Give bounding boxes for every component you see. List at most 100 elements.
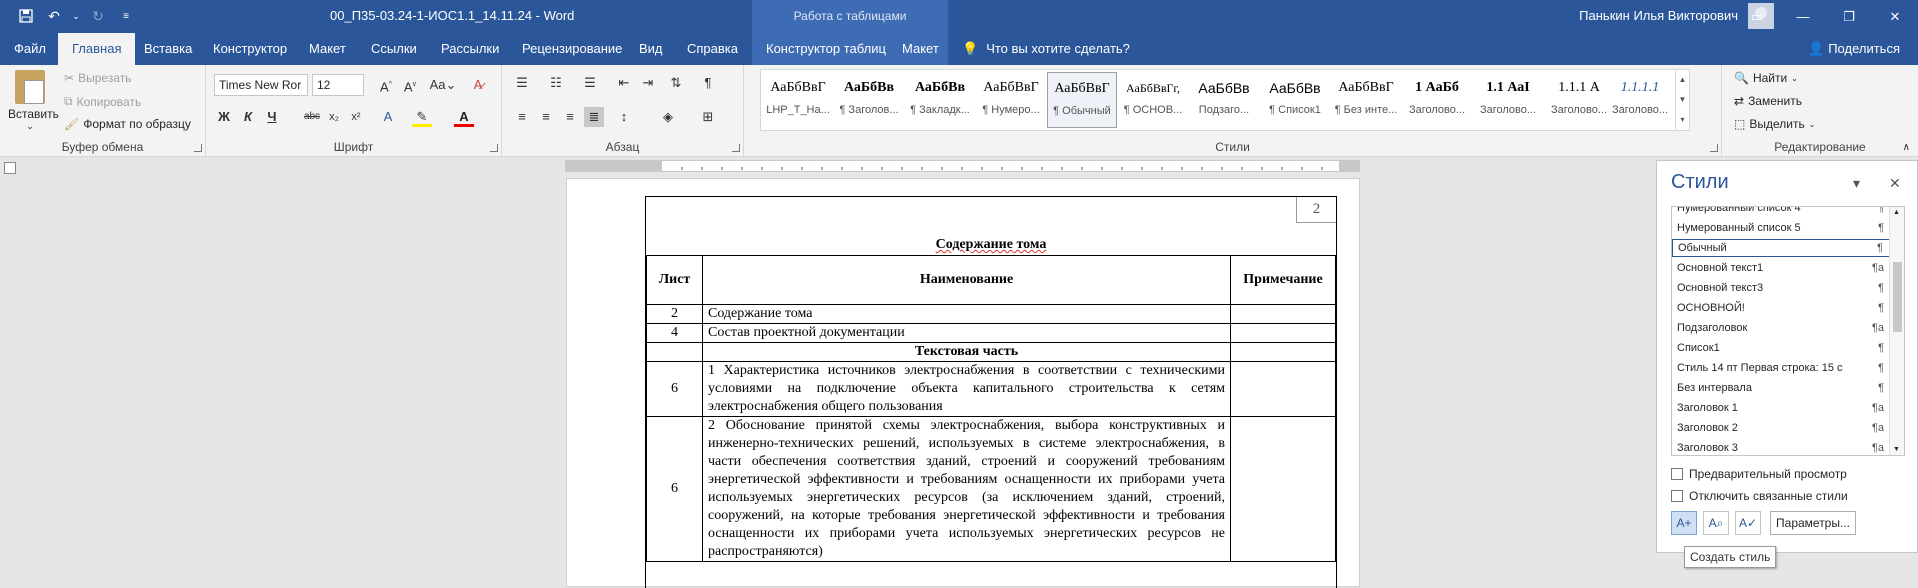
- options-button[interactable]: Параметры...: [1770, 511, 1856, 535]
- clear-formatting-icon[interactable]: A̷: [468, 75, 488, 95]
- style-gallery-item[interactable]: 1.1 АаI Заголово...: [1473, 72, 1543, 128]
- manage-styles-icon[interactable]: A✓: [1735, 511, 1761, 535]
- style-list-item-selected[interactable]: Обычный ¶: [1672, 239, 1890, 257]
- user-name[interactable]: Панькин Илья Викторович: [1579, 8, 1738, 23]
- close-icon[interactable]: ✕: [1872, 0, 1918, 33]
- style-list-item[interactable]: Без интервала ¶: [1672, 379, 1890, 397]
- shading-icon[interactable]: ◈: [658, 107, 678, 127]
- tab-references[interactable]: Ссылки: [357, 33, 431, 65]
- collapse-ribbon-icon[interactable]: ∧: [1903, 142, 1910, 153]
- cell-sheet[interactable]: 6: [646, 361, 703, 417]
- style-gallery-item[interactable]: АаБбВвГ ¶ Нумеро...: [976, 72, 1046, 128]
- cell-note[interactable]: [1230, 342, 1336, 362]
- restore-icon[interactable]: ❐: [1826, 0, 1872, 33]
- pane-close-icon[interactable]: ✕: [1889, 175, 1901, 192]
- bullets-icon[interactable]: ☰: [512, 73, 532, 93]
- undo-icon[interactable]: ↶: [44, 6, 64, 26]
- cell-name[interactable]: Состав проектной документации: [702, 323, 1231, 343]
- tab-table-design[interactable]: Конструктор таблиц: [752, 33, 900, 65]
- style-list-item[interactable]: Основной текст1 ¶a: [1672, 259, 1890, 277]
- tab-file[interactable]: Файл: [0, 33, 60, 65]
- style-gallery-item[interactable]: АаБбВв ¶ Закладк...: [905, 72, 975, 128]
- align-left-icon[interactable]: ≡: [512, 107, 532, 127]
- chevron-down-icon[interactable]: ▼: [1676, 90, 1689, 110]
- align-center-icon[interactable]: ≡: [536, 107, 556, 127]
- style-list-item[interactable]: Заголовок 1 ¶a: [1672, 399, 1890, 417]
- show-marks-icon[interactable]: ¶: [698, 73, 718, 93]
- column-header-name[interactable]: Наименование: [702, 255, 1231, 305]
- style-gallery-item[interactable]: 1.1.1.1 Заголово...: [1607, 72, 1673, 128]
- style-gallery-item[interactable]: АаБбВвГ ¶ Без инте...: [1331, 72, 1401, 128]
- strikethrough-icon[interactable]: abc: [302, 107, 322, 127]
- redo-icon[interactable]: ↻: [88, 6, 108, 26]
- tab-layout[interactable]: Макет: [295, 33, 360, 65]
- style-gallery-item[interactable]: АаБбВвГг, ¶ ОСНОВ...: [1118, 72, 1188, 128]
- decrease-indent-icon[interactable]: ⇤: [614, 73, 634, 93]
- cell-name[interactable]: Содержание тома: [702, 304, 1231, 324]
- cell-name[interactable]: Текстовая часть: [702, 342, 1231, 362]
- clipboard-launcher-icon[interactable]: [194, 144, 202, 152]
- style-gallery-item[interactable]: 1.1.1 А Заголово...: [1544, 72, 1614, 128]
- style-list-item[interactable]: Заголовок 2 ¶a: [1672, 419, 1890, 437]
- pane-options-icon[interactable]: ▾: [1853, 175, 1860, 192]
- ribbon-display-options-icon[interactable]: ▭: [1734, 0, 1780, 33]
- cut-button[interactable]: ✂ Вырезать: [64, 71, 131, 85]
- cell-sheet[interactable]: 6: [646, 416, 703, 562]
- copy-button[interactable]: ⧉ Копировать: [64, 94, 141, 109]
- scroll-thumb[interactable]: [1893, 262, 1902, 332]
- document-heading[interactable]: Содержание тома: [646, 237, 1336, 253]
- tab-review[interactable]: Рецензирование: [508, 33, 636, 65]
- style-list-item[interactable]: Нумерованный список 5 ¶: [1672, 219, 1890, 237]
- cell-note[interactable]: [1230, 416, 1336, 562]
- styles-list-scrollbar[interactable]: ▲ ▼: [1889, 207, 1904, 455]
- tab-insert[interactable]: Вставка: [130, 33, 206, 65]
- format-painter-button[interactable]: 🖌 Формат по образцу: [64, 117, 191, 131]
- tab-help[interactable]: Справка: [673, 33, 752, 65]
- tab-home[interactable]: Главная: [58, 33, 136, 65]
- style-list-item[interactable]: Нумерованный список 4 ¶: [1672, 207, 1890, 217]
- share-button[interactable]: 👤 Поделиться: [1808, 33, 1900, 65]
- scroll-down-icon[interactable]: ▼: [1893, 446, 1900, 453]
- change-case-icon[interactable]: Aa⌄: [428, 75, 458, 95]
- tab-design[interactable]: Конструктор: [199, 33, 301, 65]
- checkbox-icon[interactable]: [1671, 468, 1683, 480]
- cell-sheet[interactable]: 2: [646, 304, 703, 324]
- style-list-item[interactable]: Подзаголовок ¶a: [1672, 319, 1890, 337]
- style-gallery-item[interactable]: АаБбВв ¶ Заголов...: [834, 72, 904, 128]
- tab-view[interactable]: Вид: [625, 33, 677, 65]
- line-spacing-icon[interactable]: ↕: [614, 107, 634, 127]
- highlight-icon[interactable]: ✎: [412, 107, 432, 127]
- style-gallery-item[interactable]: АаБбВв ¶ Список1: [1260, 72, 1330, 128]
- borders-icon[interactable]: ⊞: [698, 107, 718, 127]
- cell-sheet[interactable]: 4: [646, 323, 703, 343]
- style-list-item[interactable]: Заголовок 3 ¶a: [1672, 439, 1890, 455]
- cell-note[interactable]: [1230, 304, 1336, 324]
- style-gallery-item[interactable]: АаБбВвГ LHP_T_Ha...: [763, 72, 833, 128]
- style-list-item[interactable]: Список1 ¶: [1672, 339, 1890, 357]
- shrink-font-icon[interactable]: Av: [400, 75, 420, 95]
- disable-linked-styles-checkbox[interactable]: Отключить связанные стили: [1671, 489, 1848, 503]
- cell-name[interactable]: 1 Характеристика источников электроснабж…: [702, 361, 1231, 417]
- new-style-icon[interactable]: A+: [1671, 511, 1697, 535]
- customize-qat-icon[interactable]: ≡: [116, 6, 136, 26]
- cell-note[interactable]: [1230, 361, 1336, 417]
- sort-icon[interactable]: ⇅: [666, 73, 686, 93]
- column-header-note[interactable]: Примечание: [1230, 255, 1336, 305]
- style-gallery-item-selected[interactable]: АаБбВвГ ¶ Обычный: [1047, 72, 1117, 128]
- numbering-icon[interactable]: ☷: [546, 73, 566, 93]
- tell-me-search[interactable]: 💡 Что вы хотите сделать?: [962, 33, 1130, 65]
- paragraph-launcher-icon[interactable]: [732, 144, 740, 152]
- document-page[interactable]: 2 Содержание тома Лист Наименование Прим…: [566, 178, 1360, 588]
- chevron-up-icon[interactable]: ▲: [1676, 70, 1689, 90]
- increase-indent-icon[interactable]: ⇥: [638, 73, 658, 93]
- scroll-up-icon[interactable]: ▲: [1893, 209, 1900, 216]
- style-inspector-icon[interactable]: A⌕: [1703, 511, 1729, 535]
- grow-font-icon[interactable]: A^: [376, 75, 396, 95]
- styles-launcher-icon[interactable]: [1710, 144, 1718, 152]
- styles-list[interactable]: Нумерованный список 4 ¶ Нумерованный спис…: [1671, 206, 1905, 456]
- checkbox-icon[interactable]: [1671, 490, 1683, 502]
- font-name-input[interactable]: Times New Ror: [214, 74, 308, 96]
- multilevel-list-icon[interactable]: ☰: [580, 73, 600, 93]
- tab-mailings[interactable]: Рассылки: [427, 33, 513, 65]
- text-effects-icon[interactable]: A: [378, 107, 398, 127]
